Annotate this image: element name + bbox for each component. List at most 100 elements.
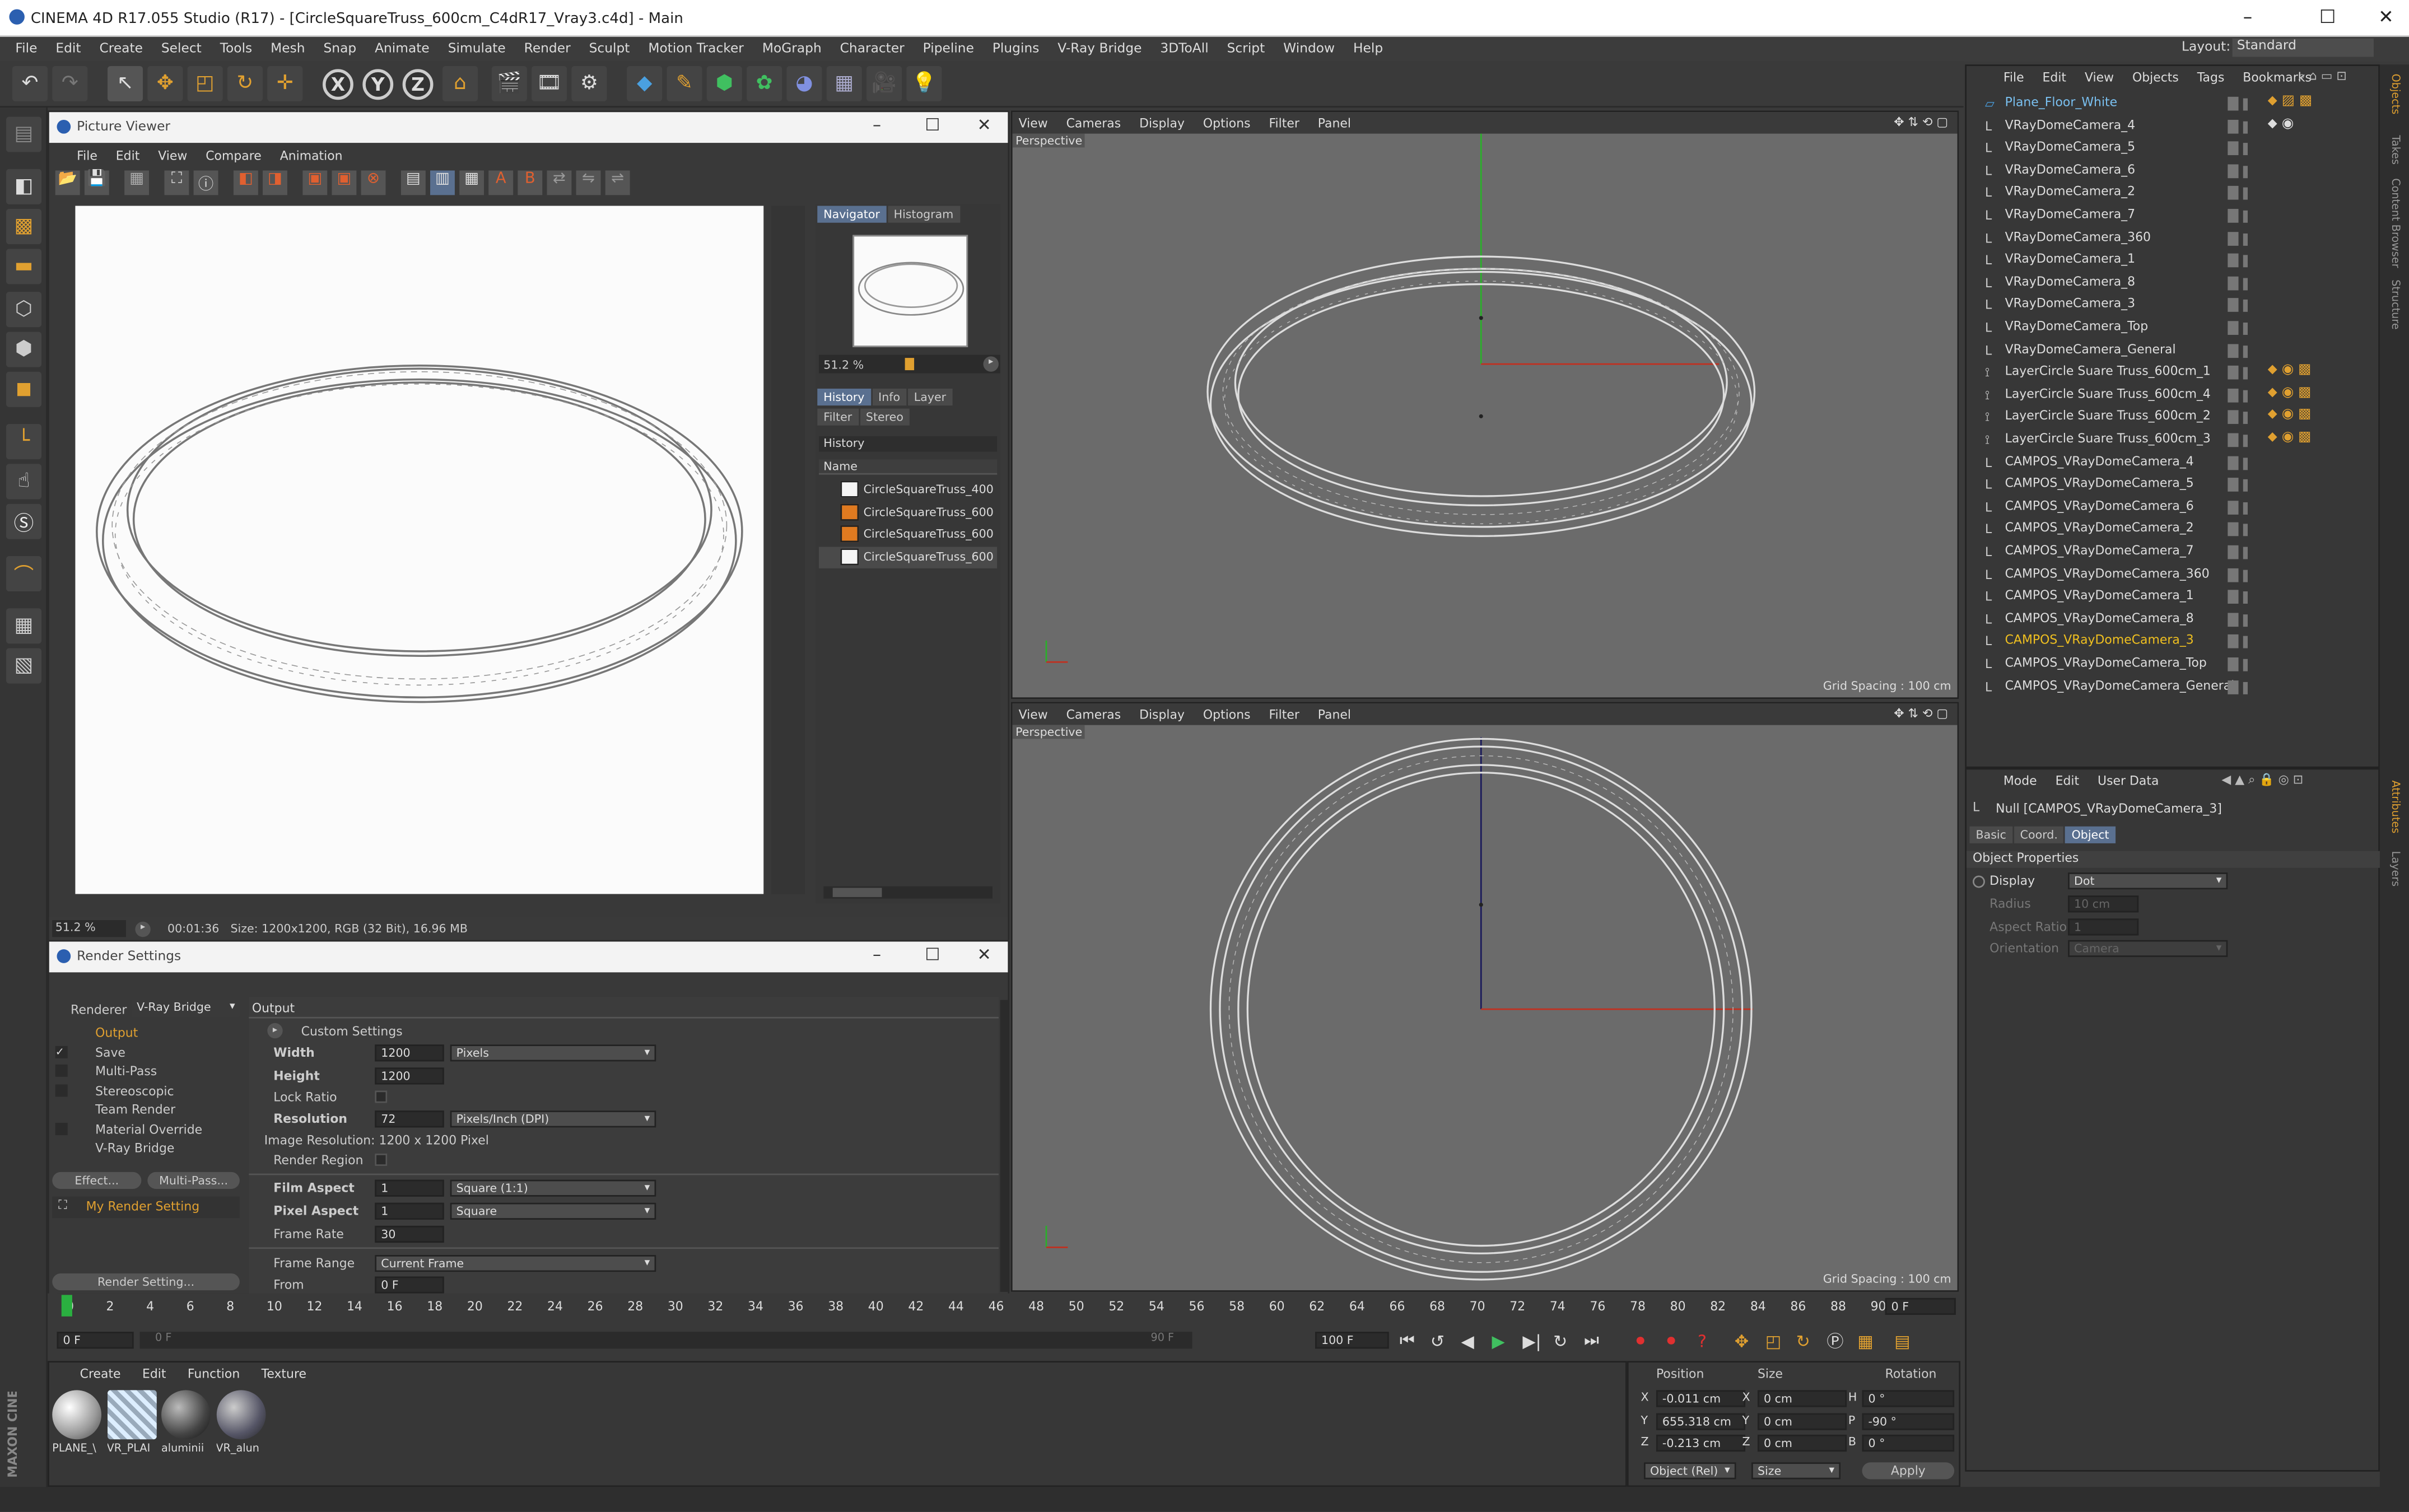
visibility-toggle[interactable]	[2228, 545, 2239, 559]
render-toggle[interactable]	[2243, 390, 2248, 403]
vp-menu-display[interactable]: Display	[1139, 116, 1185, 130]
vertical-scrollbar[interactable]	[771, 206, 805, 894]
visibility-toggle[interactable]	[2228, 680, 2239, 694]
redo-icon[interactable]: ↷	[52, 66, 88, 102]
from-field[interactable]: 0 F	[375, 1276, 444, 1294]
object-row[interactable]: L VRayDomeCamera_2	[1967, 183, 2382, 206]
visibility-toggle[interactable]	[2228, 522, 2239, 537]
object-row[interactable]: L VRayDomeCamera_6	[1967, 161, 2382, 183]
diff-icon[interactable]: ⇌	[605, 170, 630, 195]
object-row[interactable]: L VRayDomeCamera_3	[1967, 296, 2382, 318]
tag-icons[interactable]: ⬥ ◉ ▩	[2268, 408, 2312, 423]
cloner-icon[interactable]: ✿	[747, 66, 782, 102]
object-row[interactable]: ⟟ LayerCircle Suare Truss_600cm_3 ⬥ ◉ ▩	[1967, 430, 2382, 452]
render-toggle[interactable]	[2243, 277, 2248, 290]
channel2-icon[interactable]: ▥	[430, 170, 455, 195]
tab-layer[interactable]: Layer	[907, 388, 953, 406]
pv-menu-compare[interactable]: Compare	[206, 148, 262, 162]
zoom-play-icon[interactable]: ▸	[983, 356, 999, 372]
vp-menu-cameras[interactable]: Cameras	[1066, 707, 1121, 721]
frame-rate-field[interactable]: 30	[375, 1225, 444, 1243]
open-icon[interactable]: 📂	[55, 170, 80, 195]
rotate-icon[interactable]: ↻	[227, 66, 263, 102]
coord-rot-0[interactable]: 0 °	[1862, 1390, 1955, 1407]
menu-help[interactable]: Help	[1353, 41, 1383, 57]
move-icon[interactable]: ✥	[147, 66, 183, 102]
snap-icon[interactable]: Ⓢ	[6, 503, 42, 539]
texture-mode-icon[interactable]: ▩	[6, 209, 42, 245]
visibility-toggle[interactable]	[2228, 343, 2239, 358]
planar-workplane-icon[interactable]: ▧	[6, 648, 42, 684]
render-toggle[interactable]	[2243, 210, 2248, 223]
record-icon[interactable]: ⏺	[1636, 1330, 1667, 1351]
attribute-manager-icons[interactable]: ◀ ▲ ⌕ 🔒 ◎ ⊡	[2221, 773, 2303, 788]
last-frame-icon[interactable]: ⏭	[1584, 1330, 1636, 1351]
spline-pen-icon[interactable]: ✎	[667, 66, 702, 102]
scale-icon[interactable]: ◰	[187, 66, 223, 102]
mat-menu-texture[interactable]: Texture	[262, 1366, 306, 1380]
lock-ratio-checkbox[interactable]	[375, 1090, 388, 1103]
renderer-dropdown[interactable]: V-Ray Bridge	[132, 1000, 240, 1017]
render-toggle[interactable]	[2243, 143, 2248, 156]
maximize-icon[interactable]: ☐	[2308, 6, 2347, 31]
resolution-field[interactable]: 72	[375, 1110, 444, 1128]
visibility-toggle[interactable]	[2228, 141, 2239, 156]
render-toggle[interactable]	[2243, 435, 2248, 447]
viewport-bottom[interactable]: View Cameras Display Options Filter Panel ✥ ⇅…	[1010, 702, 1959, 1292]
display-dropdown[interactable]: Dot	[2068, 872, 2228, 890]
coord-pos-1[interactable]: 655.318 cm	[1656, 1412, 1746, 1430]
render-setting-button[interactable]: Render Setting...	[52, 1273, 240, 1291]
pv-menu-edit[interactable]: Edit	[116, 148, 140, 162]
keyframe-selection-icon[interactable]: ?	[1698, 1331, 1735, 1351]
rs-tree-checkbox[interactable]	[55, 1064, 68, 1077]
radius-field[interactable]: 10 cm	[2068, 895, 2139, 913]
camera-icon[interactable]: 🎥	[866, 66, 902, 102]
menu-create[interactable]: Create	[99, 41, 142, 57]
close-icon[interactable]: ✕	[2366, 6, 2406, 31]
pixel-aspect-field[interactable]: 1	[375, 1202, 444, 1220]
b-icon[interactable]: B	[518, 170, 543, 195]
menu-snap[interactable]: Snap	[323, 41, 356, 57]
coord-pos-0[interactable]: -0.011 cm	[1656, 1390, 1746, 1407]
visibility-toggle[interactable]	[2228, 590, 2239, 604]
object-row[interactable]: L VRayDomeCamera_1	[1967, 251, 2382, 273]
lock-x-icon[interactable]: X	[323, 69, 353, 100]
first-frame-icon[interactable]: ⏮	[1400, 1330, 1431, 1351]
coord-system-icon[interactable]: ⌂	[442, 66, 478, 102]
frame-range-slider[interactable]: 0 F 90 F	[139, 1332, 1192, 1349]
om-menu-view[interactable]: View	[2085, 70, 2114, 84]
vp-menu-cameras[interactable]: Cameras	[1066, 116, 1121, 130]
info-icon[interactable]: ⓘ	[193, 170, 218, 195]
visibility-toggle[interactable]	[2228, 567, 2239, 582]
render-toggle[interactable]	[2243, 502, 2248, 515]
visibility-toggle[interactable]	[2228, 657, 2239, 671]
material-swatch[interactable]: PLANE_\	[52, 1390, 102, 1460]
grid-icon[interactable]: ▦	[6, 608, 42, 644]
rs-tree-multi-pass[interactable]: Multi-Pass	[55, 1063, 240, 1082]
menu-render[interactable]: Render	[524, 41, 571, 57]
visibility-toggle[interactable]	[2228, 500, 2239, 515]
width-unit-dropdown[interactable]: Pixels	[450, 1044, 656, 1062]
recent-tool-icon[interactable]: ✛	[267, 66, 303, 102]
object-row[interactable]: L CAMPOS_VRayDomeCamera_5	[1967, 475, 2382, 497]
maximize-icon[interactable]: ☐	[925, 115, 940, 136]
visibility-toggle[interactable]	[2228, 634, 2239, 649]
visibility-toggle[interactable]	[2228, 96, 2239, 111]
autokey-icon[interactable]: ⏺	[1667, 1330, 1698, 1351]
undo-icon[interactable]: ↶	[12, 66, 48, 102]
vp-menu-options[interactable]: Options	[1203, 707, 1251, 721]
rs-tree-material-override[interactable]: Material Override	[55, 1121, 240, 1140]
object-row[interactable]: L VRayDomeCamera_7	[1967, 206, 2382, 228]
object-row[interactable]: L CAMPOS_VRayDomeCamera_7	[1967, 542, 2382, 564]
pv-menu-animation[interactable]: Animation	[280, 148, 343, 162]
key-pla-icon[interactable]: ▦	[1857, 1331, 1894, 1351]
object-row[interactable]: L CAMPOS_VRayDomeCamera_2	[1967, 520, 2382, 542]
mat-menu-function[interactable]: Function	[188, 1366, 240, 1380]
polygons-mode-icon[interactable]: ◼	[6, 371, 42, 407]
om-menu-edit[interactable]: Edit	[2043, 70, 2067, 84]
vp-menu-view[interactable]: View	[1019, 707, 1048, 721]
tag-icons[interactable]: ⬥ ◉ ▩	[2268, 385, 2312, 400]
channel-icon[interactable]: ▤	[400, 170, 426, 195]
vp-menu-options[interactable]: Options	[1203, 116, 1251, 130]
visibility-toggle[interactable]	[2228, 298, 2239, 312]
